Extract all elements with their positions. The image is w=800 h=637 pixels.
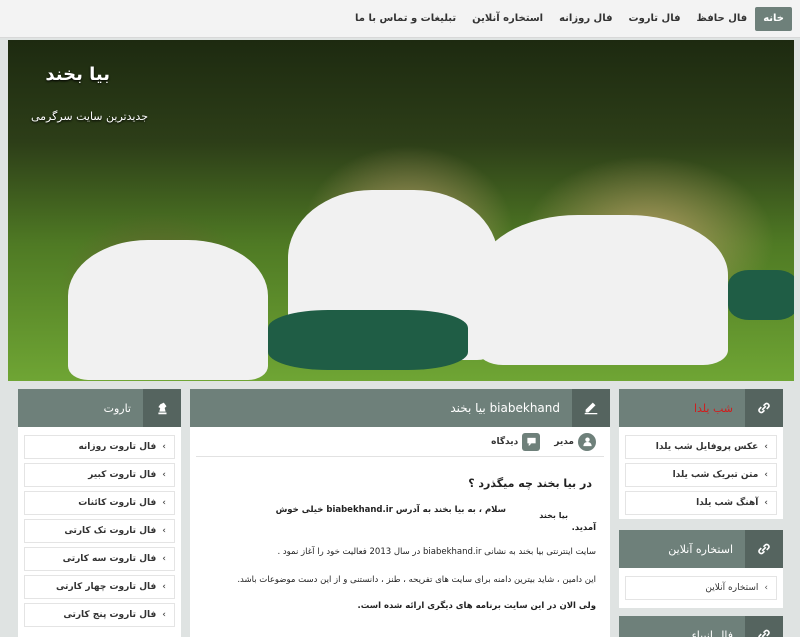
list-item[interactable]: ‹ فال تاروت تک کارتی [24, 519, 175, 543]
post-line: آمدید. [571, 523, 596, 533]
post-line: این دامین ، شاید بیترین دامنه برای سایت … [237, 575, 596, 585]
link-icon [745, 616, 783, 637]
post-heading: در بیا بخند چه میگذرد ؟ [468, 477, 592, 490]
list-item[interactable]: ‹ فال تاروت کبیر [24, 463, 175, 487]
list-item[interactable]: ‹ فال تاروت کائنات [24, 491, 175, 515]
anbia-panel-title: فال انبیاء [691, 628, 733, 637]
yalda-panel: شب یلدا ‹ عکس پروفایل شب یلدا ‹ متن تبریک … [619, 389, 783, 519]
chevron-left-icon: ‹ [162, 582, 166, 592]
list-item[interactable]: ‹ فال تاروت سه کارتی [24, 547, 175, 571]
main-post-title[interactable]: بیا بخند biabekhand [450, 401, 572, 415]
top-nav: خانه فال حافظ فال تاروت فال روزانه استخا… [0, 0, 800, 38]
chevron-left-icon: ‹ [162, 526, 166, 536]
chevron-left-icon: ‹ [764, 498, 768, 508]
chevron-left-icon: ‹ [764, 470, 768, 480]
anbia-panel-header: فال انبیاء [619, 616, 783, 637]
yalda-panel-header: شب یلدا [619, 389, 783, 427]
tarot-panel: تاروت ‹ فال تاروت روزانه ‹ فال تاروت کبیر … [18, 389, 181, 637]
post-line: سلام ، به بیا بخند به آدرس biabekhand.ir… [275, 505, 506, 515]
chevron-left-icon: ‹ [162, 610, 166, 620]
site-subtitle: جدیدترین سایت سرگرمی [30, 110, 148, 123]
istikhara-panel: استخاره آنلاین ‹ استخاره آنلاین [619, 530, 783, 608]
comment-icon [522, 432, 541, 451]
nav-tarot[interactable]: فال تاروت [621, 7, 689, 31]
post-meta: مدیر دیدگاه [196, 427, 604, 457]
edit-icon [572, 389, 610, 427]
yalda-panel-title: شب یلدا [693, 401, 733, 415]
chevron-left-icon: ‹ [162, 470, 166, 480]
nav-daily[interactable]: فال روزانه [551, 7, 620, 31]
istikhara-panel-header: استخاره آنلاین [619, 530, 783, 568]
post-line: ولی الان در این سایت برنامه های دیگری ار… [357, 601, 597, 611]
hero-skirt-right [728, 270, 794, 320]
yalda-list: ‹ عکس پروفایل شب یلدا ‹ متن تبریک شب یلدا … [619, 427, 783, 523]
tarot-list: ‹ فال تاروت روزانه ‹ فال تاروت کبیر ‹ فال ت… [18, 427, 181, 635]
list-item[interactable]: ‹ عکس پروفایل شب یلدا [625, 435, 777, 459]
chevron-left-icon: ‹ [764, 442, 768, 452]
hero-skirt [268, 310, 468, 370]
main-post: بیا بخند biabekhand مدیر دیدگاه در بیا ب… [190, 389, 610, 637]
list-item[interactable]: ‹ متن تبریک شب یلدا [625, 463, 777, 487]
list-item[interactable]: ‹ فال تاروت روزانه [24, 435, 175, 459]
site-title[interactable]: بیا بخند [45, 64, 110, 85]
hero-banner: بیا بخند جدیدترین سایت سرگرمی [8, 40, 794, 381]
nav-istikhara[interactable]: استخاره آنلاین [464, 7, 551, 31]
list-item[interactable]: ‹ فال تاروت چهار کارتی [24, 575, 175, 599]
link-icon [745, 530, 783, 568]
nav-contact[interactable]: تبلیغات و تماس با ما [347, 7, 464, 31]
post-line: سایت اینترنتی بیا بخند به نشانی biabekha… [277, 547, 596, 557]
anbia-panel: فال انبیاء [619, 616, 783, 637]
user-icon [578, 432, 596, 451]
nav-home[interactable]: خانه [755, 6, 792, 31]
post-comments[interactable]: دیدگاه [491, 432, 541, 451]
tarot-panel-header: تاروت [18, 389, 181, 427]
hero-figure-left [68, 240, 268, 380]
list-item[interactable]: ‹ فال تاروت پنج کارتی [24, 603, 175, 627]
chevron-left-icon: ‹ [162, 442, 166, 452]
chevron-left-icon: ‹ [162, 498, 166, 508]
chess-knight-icon [143, 389, 181, 427]
nav-hafez[interactable]: فال حافظ [689, 7, 756, 31]
istikhara-panel-title: استخاره آنلاین [668, 542, 733, 556]
post-body: سلام ، به بیا بخند به آدرس biabekhand.ir… [190, 490, 610, 637]
main-post-header: بیا بخند biabekhand [190, 389, 610, 427]
link-icon [745, 389, 783, 427]
chevron-left-icon: ‹ [162, 554, 166, 564]
istikhara-list: ‹ استخاره آنلاین [619, 568, 783, 608]
post-author[interactable]: مدیر [554, 432, 596, 451]
tarot-panel-title: تاروت [103, 401, 131, 415]
chevron-left-icon: ‹ [764, 583, 768, 593]
list-item[interactable]: ‹ استخاره آنلاین [625, 576, 777, 600]
hero-figure-right [478, 215, 728, 365]
post-brand-inline: بیا بخند [539, 511, 568, 520]
list-item[interactable]: ‹ آهنگ شب یلدا [625, 491, 777, 515]
